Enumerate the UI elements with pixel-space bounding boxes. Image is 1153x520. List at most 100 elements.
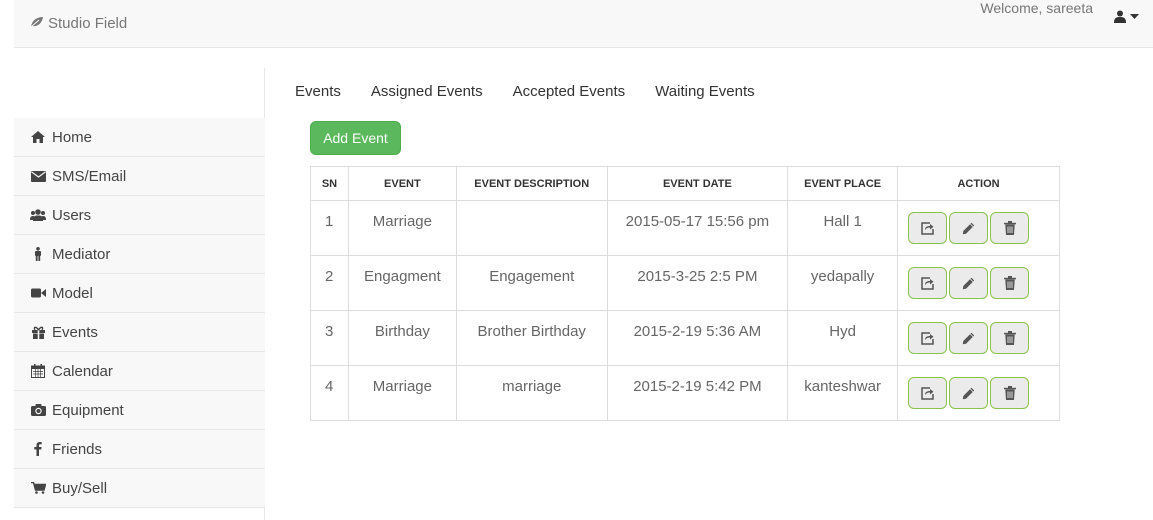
facebook-icon — [30, 442, 46, 456]
add-event-button[interactable]: Add Event — [310, 121, 401, 155]
table-row: 4 Marriage marriage 2015-2-19 5:42 PM ka… — [310, 365, 1060, 421]
delete-button[interactable] — [990, 377, 1030, 409]
column-header-action: ACTION — [897, 166, 1060, 201]
user-icon — [1114, 10, 1126, 23]
sidebar-item-model[interactable]: Model — [14, 274, 265, 313]
sidebar-item-label: Mediator — [52, 245, 111, 263]
column-header-event: EVENT — [347, 166, 457, 201]
top-navbar: Studio Field Welcome, sareeta — [14, 0, 1153, 48]
share-button[interactable] — [908, 322, 948, 354]
cell-actions — [897, 255, 1060, 311]
male-icon — [30, 247, 46, 261]
table-row: 2 Engagment Engagement 2015-3-25 2:5 PM … — [310, 255, 1060, 311]
share-icon — [921, 331, 934, 345]
cell-place: kanteshwar — [787, 365, 899, 421]
cell-date: 2015-2-19 5:42 PM — [606, 365, 789, 421]
caret-down-icon — [1130, 13, 1139, 20]
tab-accepted-events[interactable]: Accepted Events — [513, 83, 626, 100]
leaf-icon — [30, 15, 44, 32]
sidebar-item-label: Home — [52, 128, 93, 146]
cell-sn: 4 — [310, 365, 349, 421]
delete-button[interactable] — [990, 212, 1030, 244]
pencil-icon — [962, 222, 975, 235]
sidebar-item-mediator[interactable]: Mediator — [14, 235, 265, 274]
calendar-icon — [30, 364, 46, 378]
column-header-date: EVENT DATE — [606, 166, 789, 201]
sidebar-item-label: Buy/Sell — [52, 479, 108, 497]
table-row: 1 Marriage 2015-05-17 15:56 pm Hall 1 — [310, 200, 1060, 256]
cell-actions — [897, 200, 1060, 256]
cell-event: Marriage — [347, 200, 457, 256]
edit-button[interactable] — [949, 377, 989, 409]
column-header-sn: SN — [310, 166, 349, 201]
edit-button[interactable] — [949, 267, 989, 299]
trash-icon — [1003, 221, 1016, 235]
edit-button[interactable] — [949, 212, 989, 244]
cell-description: marriage — [455, 365, 608, 421]
sidebar-item-events[interactable]: Events — [14, 313, 265, 352]
cell-event: Birthday — [347, 310, 457, 366]
sidebar-item-users[interactable]: Users — [14, 196, 265, 235]
cell-sn: 2 — [310, 255, 349, 311]
sidebar-item-label: Equipment — [52, 401, 124, 419]
cell-description: Brother Birthday — [455, 310, 608, 366]
cell-date: 2015-2-19 5:36 AM — [606, 310, 789, 366]
video-camera-icon — [30, 286, 46, 300]
cell-place: Hyd — [787, 310, 899, 366]
gift-icon — [30, 325, 46, 339]
share-icon — [921, 386, 934, 400]
users-icon — [30, 208, 46, 222]
cell-description: Engagement — [455, 255, 608, 311]
table-row: 3 Birthday Brother Birthday 2015-2-19 5:… — [310, 310, 1060, 366]
sidebar-item-label: Events — [52, 323, 98, 341]
user-menu-toggle[interactable] — [1114, 10, 1139, 23]
edit-button[interactable] — [949, 322, 989, 354]
cell-date: 2015-05-17 15:56 pm — [606, 200, 789, 256]
sidebar-item-friends[interactable]: Friends — [14, 430, 265, 469]
sidebar-item-equipment[interactable]: Equipment — [14, 391, 265, 430]
brand-link[interactable]: Studio Field — [30, 15, 127, 32]
cell-place: Hall 1 — [787, 200, 899, 256]
sidebar-item-label: SMS/Email — [52, 167, 127, 185]
sidebar: Home SMS/Email Users Mediator Model Even… — [14, 118, 265, 508]
share-button[interactable] — [908, 267, 948, 299]
envelope-icon — [30, 169, 46, 183]
share-icon — [921, 276, 934, 290]
column-header-description: EVENT DESCRIPTION — [455, 166, 608, 201]
cell-place: yedapally — [787, 255, 899, 311]
cell-date: 2015-3-25 2:5 PM — [606, 255, 789, 311]
sidebar-item-calendar[interactable]: Calendar — [14, 352, 265, 391]
cell-event: Marriage — [347, 365, 457, 421]
brand-name: Studio Field — [48, 15, 128, 32]
table-header-row: SN EVENT EVENT DESCRIPTION EVENT DATE EV… — [310, 166, 1060, 201]
pencil-icon — [962, 387, 975, 400]
cell-actions — [897, 310, 1060, 366]
camera-icon — [30, 403, 46, 417]
cell-description — [455, 200, 608, 256]
trash-icon — [1003, 386, 1016, 400]
delete-button[interactable] — [990, 267, 1030, 299]
tab-assigned-events[interactable]: Assigned Events — [371, 83, 483, 100]
tab-waiting-events[interactable]: Waiting Events — [655, 83, 755, 100]
events-table: SN EVENT EVENT DESCRIPTION EVENT DATE EV… — [310, 166, 1060, 421]
pencil-icon — [962, 332, 975, 345]
column-header-place: EVENT PLACE — [787, 166, 899, 201]
trash-icon — [1003, 331, 1016, 345]
sidebar-item-label: Friends — [52, 440, 103, 458]
sidebar-item-label: Model — [52, 284, 93, 302]
welcome-text: Welcome, sareeta — [980, 0, 1093, 16]
event-tabs: Events Assigned Events Accepted Events W… — [295, 83, 755, 100]
share-icon — [921, 221, 934, 235]
cell-sn: 1 — [310, 200, 349, 256]
sidebar-item-buy-sell[interactable]: Buy/Sell — [14, 469, 265, 508]
cell-event: Engagment — [347, 255, 457, 311]
sidebar-item-label: Users — [52, 206, 92, 224]
share-button[interactable] — [908, 377, 948, 409]
tab-events[interactable]: Events — [295, 83, 341, 100]
sidebar-item-home[interactable]: Home — [14, 118, 265, 157]
shopping-cart-icon — [30, 481, 46, 495]
sidebar-item-sms-email[interactable]: SMS/Email — [14, 157, 265, 196]
share-button[interactable] — [908, 212, 948, 244]
cell-sn: 3 — [310, 310, 349, 366]
delete-button[interactable] — [990, 322, 1030, 354]
